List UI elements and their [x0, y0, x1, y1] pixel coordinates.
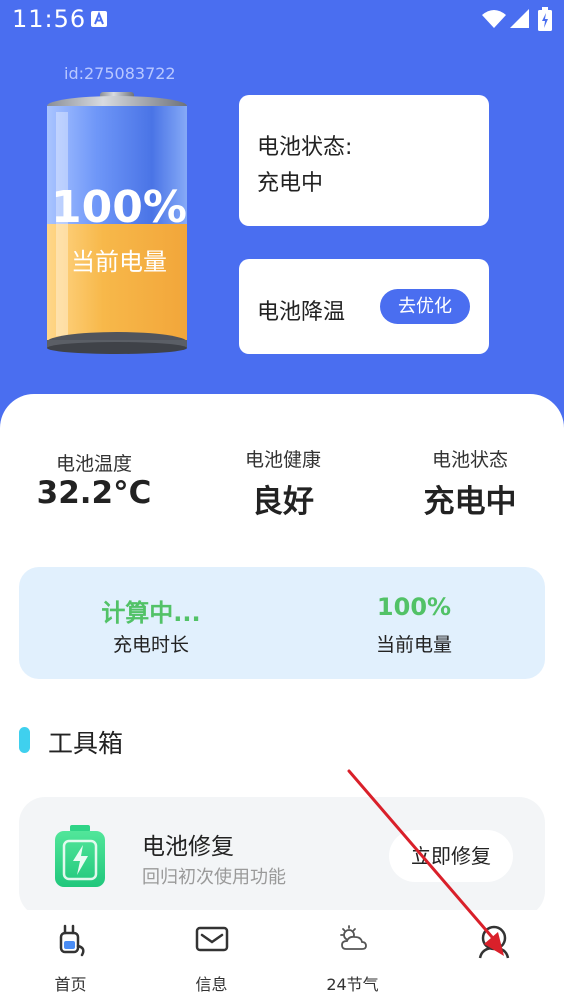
user-icon — [478, 925, 509, 959]
nav-solar-terms[interactable]: 24节气 — [282, 910, 423, 1004]
wifi-icon — [482, 10, 506, 28]
status-bar: 11:56 — [0, 0, 564, 40]
bottom-navigation: 首页 信息 24节气 — [0, 910, 564, 1004]
repair-now-button[interactable]: 立即修复 — [389, 830, 513, 882]
charge-time-value: 计算中... — [101, 599, 201, 627]
repair-title: 电池修复 — [142, 834, 234, 860]
nav-solar-terms-label: 24节气 — [326, 975, 379, 994]
battery-cooling-title: 电池降温 — [257, 300, 346, 325]
stat-label-temperature: 电池温度 — [55, 453, 132, 475]
nav-home[interactable]: 首页 — [0, 910, 141, 1004]
nav-messages-label: 信息 — [195, 975, 228, 994]
weather-icon — [339, 925, 367, 950]
stat-value-temperature: 32.2°C — [36, 475, 152, 511]
notification-icon — [91, 11, 107, 27]
battery-caption: 当前电量 — [71, 248, 167, 276]
current-level-value: 100% — [376, 593, 452, 621]
charging-info-box: 计算中... 充电时长 100% 当前电量 — [19, 567, 545, 679]
optimize-button[interactable]: 去优化 — [380, 289, 470, 324]
nav-messages[interactable]: 信息 — [141, 910, 282, 1004]
battery-status-card: 电池状态: 充电中 — [239, 95, 489, 226]
nav-profile[interactable] — [423, 910, 564, 1004]
section-marker — [19, 727, 30, 753]
status-time: 11:56 — [12, 5, 87, 33]
charge-time-label: 充电时长 — [112, 634, 189, 656]
app-screen: 11:56 id:275083722 100% 当前电量 电池状态: 充电中 电… — [0, 0, 564, 1004]
mail-icon — [195, 926, 228, 952]
stat-value-status: 充电中 — [423, 484, 517, 520]
stat-value-health: 良好 — [252, 484, 314, 520]
battery-status-value: 充电中 — [257, 171, 324, 196]
battery-percent: 100% — [51, 182, 187, 233]
user-id: id:275083722 — [64, 64, 176, 83]
battery-status-title: 电池状态: — [257, 135, 353, 160]
charger-icon — [59, 924, 85, 957]
battery-cooling-card: 电池降温 去优化 — [239, 259, 489, 354]
battery-repair-icon — [55, 825, 105, 887]
battery-repair-card[interactable]: 电池修复 回归初次使用功能 立即修复 — [19, 797, 545, 917]
status-battery-icon — [538, 7, 552, 31]
stat-label-status: 电池状态 — [431, 449, 508, 471]
repair-subtitle: 回归初次使用功能 — [142, 867, 286, 888]
current-level-label: 当前电量 — [375, 634, 452, 656]
nav-home-label: 首页 — [54, 975, 87, 994]
stat-label-health: 电池健康 — [244, 449, 321, 471]
toolbox-title: 工具箱 — [48, 729, 124, 758]
signal-icon — [510, 9, 529, 28]
